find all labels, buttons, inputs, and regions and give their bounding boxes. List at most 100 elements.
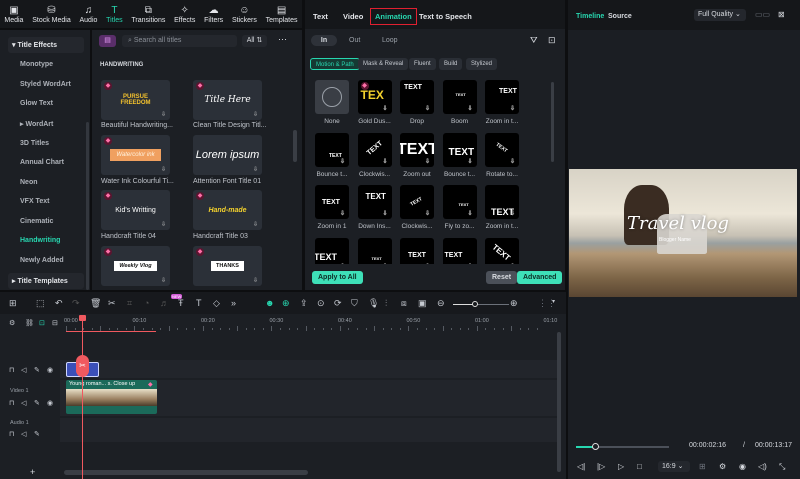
zoom-slider[interactable] — [453, 301, 509, 307]
next-frame-icon[interactable]: |▷ — [597, 462, 605, 471]
edit-icon[interactable]: ✎ — [34, 430, 40, 438]
chip-stylized[interactable]: Stylized — [466, 58, 498, 70]
chip-motion-path[interactable]: Motion & Path — [310, 58, 360, 70]
layout-icon[interactable]: ⊞ — [9, 298, 17, 309]
sidebar-group-title-templates[interactable]: ▸ Title Templates — [8, 273, 84, 289]
edit-icon[interactable]: ✎ — [34, 366, 40, 374]
sidebar-item[interactable]: VFX Text — [20, 198, 49, 205]
lock-icon[interactable]: ⊓ — [9, 430, 14, 438]
nav-titles[interactable]: T Titles — [106, 5, 122, 24]
apply-to-all-button[interactable]: Apply to All — [312, 271, 363, 284]
nav-stock-media[interactable]: ⛁ Stock Media — [32, 5, 71, 24]
sidebar-item[interactable]: Neon — [20, 179, 38, 186]
volume-icon[interactable]: ◁) — [758, 462, 767, 471]
lock-icon[interactable]: ⊓ — [9, 399, 14, 407]
download-icon[interactable]: ⇩ — [161, 221, 166, 228]
title-card[interactable]: ◆ Title Here ⇩ — [193, 80, 262, 120]
title-card[interactable]: ◆ THANKS ⇩ — [193, 246, 262, 286]
animation-tile[interactable]: TEXT⇩ — [357, 132, 392, 167]
sidebar-scrollbar[interactable] — [86, 122, 89, 290]
animation-tile[interactable]: TEXT⇩ — [442, 185, 477, 219]
link-icon[interactable]: ⊡ — [39, 319, 45, 327]
prev-frame-icon[interactable]: ◁| — [577, 462, 585, 471]
animation-scrollbar[interactable] — [551, 82, 554, 162]
animation-tile[interactable]: TEXT⇩ — [357, 185, 392, 219]
lock-icon[interactable]: ⊓ — [9, 366, 14, 374]
animation-tile[interactable]: TEXT⇩ — [315, 185, 349, 219]
animation-tile[interactable]: TEXT⇩ — [442, 80, 477, 114]
playhead[interactable] — [82, 316, 83, 479]
speed-icon[interactable]: ◔ — [144, 298, 149, 308]
download-icon[interactable]: ⇩ — [253, 111, 258, 118]
sidebar-item[interactable]: Styled WordArt — [20, 81, 71, 88]
mute-icon[interactable]: ◁ — [21, 366, 26, 374]
sidebar-item[interactable]: Newly Added — [20, 257, 64, 264]
download-icon[interactable]: ⇩ — [467, 158, 472, 165]
video-clip[interactable]: Young roman... s. Close up ◆ — [66, 380, 157, 414]
mute-icon[interactable]: ◁ — [21, 399, 26, 407]
text-tool-icon[interactable]: T — [196, 298, 202, 308]
eye-icon[interactable]: ◉ — [47, 366, 53, 374]
auto-reframe-icon[interactable]: ⟳ — [334, 298, 342, 309]
add-track-icon[interactable]: + — [30, 467, 35, 477]
animation-tile[interactable]: TEXT⇩ — [400, 185, 434, 219]
chip-mask-reveal[interactable]: Mask & Reveal — [358, 58, 409, 70]
chip-build[interactable]: Build — [439, 58, 463, 70]
download-icon[interactable]: ⇩ — [382, 105, 387, 112]
nav-media[interactable]: ▣ Media — [4, 5, 23, 24]
filter-dropdown[interactable]: All ⇅ — [242, 35, 267, 47]
stop-icon[interactable]: □ — [637, 462, 642, 471]
ai-portrait-icon[interactable]: ⊙ — [317, 298, 325, 309]
animation-tile[interactable]: TEXT⇩ — [485, 185, 519, 219]
camera-icon[interactable]: ◉ — [739, 462, 746, 471]
compare-view-icon[interactable]: ▭▭ — [755, 10, 770, 19]
ai-text-icon[interactable]: Ŧ — [178, 298, 184, 308]
audio-mixer-icon[interactable]: ⫶ — [385, 298, 387, 309]
zoom-out-icon[interactable]: ⊖ — [437, 298, 445, 309]
add-marker-icon[interactable]: ⊞ — [699, 462, 706, 471]
subtab-loop[interactable]: Loop — [382, 37, 398, 44]
eye-icon[interactable]: ◉ — [47, 399, 53, 407]
tab-text[interactable]: Text — [313, 12, 328, 21]
snapshot-view-icon[interactable]: ⊠ — [778, 10, 785, 19]
pip-icon[interactable]: ⧈ — [401, 298, 407, 309]
download-icon[interactable]: ⇩ — [467, 210, 472, 217]
ai-track-icon[interactable]: ⊕ — [282, 298, 290, 309]
nav-filters[interactable]: ☁ Filters — [204, 5, 223, 24]
mute-icon[interactable]: ◁ — [21, 430, 26, 438]
download-icon[interactable]: ⇩ — [253, 166, 258, 173]
zoom-in-icon[interactable]: ⊕ — [510, 298, 518, 309]
animation-tile[interactable]: TEX ⇩ ◆ — [357, 80, 392, 114]
sidebar-item-wordart[interactable]: ▸ WordArt — [20, 120, 53, 128]
title-card[interactable]: ◆ PURSUE FREEDOM ⇩ — [101, 80, 170, 120]
settings-icon[interactable]: ⚙ — [9, 319, 15, 327]
undo-icon[interactable]: ↶ — [55, 298, 63, 309]
download-icon[interactable]: ⇩ — [425, 210, 430, 217]
progress-handle[interactable] — [591, 443, 599, 450]
download-icon[interactable]: ⇩ — [161, 111, 166, 118]
edit-icon[interactable]: ✎ — [34, 399, 40, 407]
download-icon[interactable]: ⇩ — [382, 158, 387, 165]
download-icon[interactable]: ⇩ — [425, 105, 430, 112]
preview-title-text[interactable]: Travel vlog — [627, 213, 729, 234]
download-icon[interactable]: ⇩ — [161, 166, 166, 173]
download-icon[interactable]: ⇩ — [161, 277, 166, 284]
nav-effects[interactable]: ✧ Effects — [174, 5, 195, 24]
download-icon[interactable]: ⇩ — [510, 105, 515, 112]
aspect-ratio-dropdown[interactable]: 16:9 ⌄ — [658, 461, 690, 472]
playback-progress[interactable] — [576, 443, 669, 450]
nav-templates[interactable]: ▤ Templates — [266, 5, 298, 24]
nav-transitions[interactable]: ⧉ Transitions — [131, 5, 165, 24]
cut-icon[interactable]: ✂ — [108, 298, 116, 309]
select-tool-icon[interactable]: ⬚ — [36, 298, 45, 309]
subtitle-icon[interactable]: ▣ — [418, 298, 427, 309]
advanced-button[interactable]: Advanced — [517, 271, 563, 284]
chevron-down-icon[interactable]: ▾ — [552, 298, 555, 305]
download-icon[interactable]: ⇩ — [340, 158, 345, 165]
tab-animation[interactable]: Animation — [370, 8, 417, 25]
unlink-icon[interactable]: ⛓ — [25, 319, 34, 327]
track-manager-icon[interactable]: ⊟ — [52, 319, 58, 327]
render-preview-icon[interactable]: ⚙ — [719, 462, 726, 471]
title-card[interactable]: ◆ Watercolor ink ⇩ — [101, 135, 170, 175]
download-icon[interactable]: ⇩ — [382, 210, 387, 217]
